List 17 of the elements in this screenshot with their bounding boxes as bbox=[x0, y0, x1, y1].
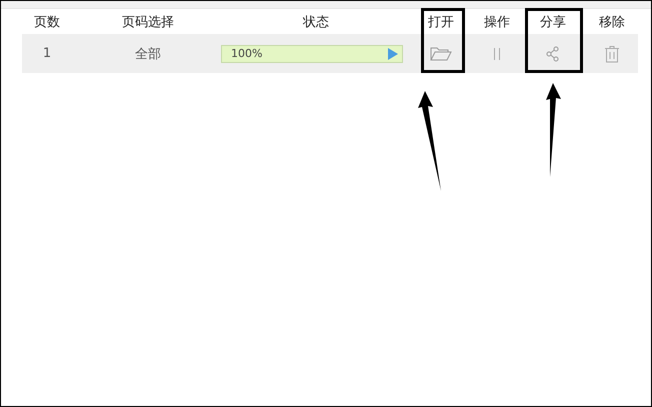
highlight-frame bbox=[421, 8, 465, 73]
progress-reading: 100% bbox=[231, 47, 264, 60]
column-header: 打开 bbox=[428, 14, 454, 30]
column-header: 移除 bbox=[599, 14, 625, 30]
column-header: 分享 bbox=[540, 14, 566, 30]
page-range: 全部 bbox=[135, 46, 161, 62]
play-icon[interactable] bbox=[388, 48, 398, 60]
column-header: 状态 bbox=[303, 14, 329, 30]
column-header: 页数 bbox=[34, 14, 60, 30]
share-icon[interactable] bbox=[546, 46, 560, 62]
page-number: 1 bbox=[42, 46, 52, 61]
trash-icon[interactable] bbox=[604, 44, 620, 62]
column-header: 操作 bbox=[484, 14, 510, 30]
column-header: 页码选择 bbox=[122, 14, 174, 30]
folder-icon[interactable] bbox=[430, 46, 452, 62]
highlight-frame bbox=[525, 8, 583, 73]
pause-icon[interactable] bbox=[493, 48, 501, 60]
